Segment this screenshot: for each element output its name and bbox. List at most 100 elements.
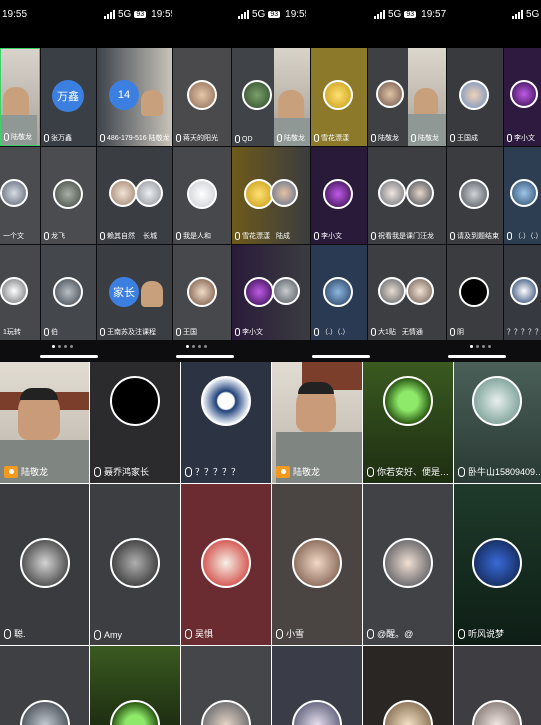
tile-caption: 陆敬龙 — [411, 133, 439, 143]
participant-avatar — [378, 277, 406, 305]
video-tile[interactable]: @醒。@ — [363, 484, 453, 645]
tile-caption: 聂乔鸿家长 — [94, 465, 149, 478]
participant-name: 雪花漂漾 — [242, 233, 270, 240]
network-label: 5G — [118, 8, 132, 20]
participant-avatar — [244, 277, 274, 307]
video-tile[interactable]: 聂乔鸿家长 — [90, 362, 180, 483]
video-tile[interactable]: 小雪 — [272, 484, 362, 645]
video-tile[interactable]: 阴 — [447, 245, 503, 340]
participant-name: （.）（.） — [321, 329, 350, 336]
video-tile[interactable]: 你若安好、便是… — [363, 362, 453, 483]
video-tile[interactable] — [181, 646, 271, 725]
video-tile[interactable] — [454, 646, 541, 725]
video-tile[interactable]: ？？？？？ — [181, 362, 271, 483]
video-tile[interactable]: 龙飞 — [41, 147, 96, 244]
video-tile[interactable]: Amy — [90, 484, 180, 645]
home-indicator[interactable] — [176, 355, 234, 358]
mic-icon — [176, 232, 181, 240]
mic-icon — [450, 134, 455, 142]
video-tile[interactable]: （.）（.） — [311, 245, 367, 340]
mic-icon — [44, 328, 49, 336]
participant-name: 陆成 — [276, 233, 290, 240]
home-indicator[interactable] — [40, 355, 98, 358]
mic-icon — [371, 134, 376, 142]
tile-caption: QD — [235, 135, 253, 143]
home-indicator[interactable] — [448, 355, 506, 358]
video-tile[interactable]: ？？？？？ — [504, 245, 541, 340]
video-tile[interactable]: 李小文 — [311, 147, 367, 244]
participant-avatar — [242, 80, 272, 110]
avatar-text: 14 — [117, 89, 131, 101]
participant-avatar — [406, 179, 434, 207]
screenshot-strip: 19:55 5G 93 19:55 5G 93 19:55 5G 93 19:5… — [0, 0, 541, 362]
video-tile[interactable]: 赖其自然 长城 — [97, 147, 172, 244]
video-tile[interactable]: 卧牛山15809409… — [454, 362, 541, 483]
mic-icon — [367, 628, 374, 639]
tile-caption: 卧牛山15809409… — [458, 465, 541, 478]
video-tile[interactable]: 听风说梦 — [454, 484, 541, 645]
video-tile[interactable]: 蒋天的阳光 — [173, 48, 231, 146]
video-tile[interactable]: 吴惧 — [181, 484, 271, 645]
participant-avatar — [272, 277, 300, 305]
video-tile[interactable] — [90, 646, 180, 725]
page-indicator[interactable] — [52, 345, 73, 348]
video-tile[interactable]: 李小文 — [232, 245, 310, 340]
video-tile[interactable]: 陆敬龙 — [0, 362, 89, 483]
participant-avatar — [20, 538, 70, 588]
video-tile[interactable]: 陆敬龙 — [408, 48, 446, 146]
participant-avatar — [110, 376, 160, 426]
video-tile[interactable]: 我是人和 — [173, 147, 231, 244]
video-tile[interactable]: 王国 — [173, 245, 231, 340]
video-tile[interactable]: 家长 王南苏及注课程 — [97, 245, 172, 340]
video-tile[interactable]: 请及到题结束 — [447, 147, 503, 244]
participant-name: 陆敬龙 — [21, 467, 49, 477]
video-tile[interactable]: （.）（.） — [504, 147, 541, 244]
video-tile[interactable] — [272, 646, 362, 725]
video-tile[interactable]: 伯 — [41, 245, 96, 340]
participant-avatar: 14 — [109, 80, 139, 110]
video-tile[interactable]: 陆敬龙 — [368, 48, 408, 146]
tile-caption: Amy — [94, 630, 122, 640]
participant-avatar — [53, 179, 83, 209]
participant-name: 伯 — [51, 329, 58, 336]
participant-name: 陆敬龙 — [418, 135, 439, 142]
participant-name: 李小文 — [514, 135, 535, 142]
header-band — [0, 28, 541, 48]
mic-icon — [100, 134, 105, 142]
page-indicator[interactable] — [186, 345, 207, 348]
participant-name: 1玩转 — [3, 329, 21, 336]
video-tile[interactable]: 陆敬龙 — [272, 362, 362, 483]
video-tile[interactable]: 大1贴 无情通 — [368, 245, 446, 340]
video-tile[interactable]: 1玩转 — [0, 245, 40, 340]
signal-icon — [512, 9, 523, 19]
video-tile[interactable] — [0, 646, 89, 725]
home-indicator[interactable] — [312, 355, 370, 358]
video-tile[interactable]: 14 486-179-516 陆敬龙 — [97, 48, 172, 146]
video-tile[interactable]: 万鑫 张万鑫 — [41, 48, 96, 146]
video-tile[interactable]: 雪花漂漾 — [311, 48, 367, 146]
video-tile[interactable]: 一个文 — [0, 147, 40, 244]
mic-icon — [176, 134, 181, 142]
person-video — [141, 281, 163, 307]
participant-name: 陆敬龙 — [11, 134, 32, 141]
video-tile[interactable]: QD — [232, 48, 274, 146]
video-tile[interactable]: 陆敬龙 — [274, 48, 310, 146]
participant-avatar — [510, 179, 538, 207]
video-tile[interactable]: 王国成 — [447, 48, 503, 146]
participant-avatar — [292, 700, 342, 725]
page-indicator[interactable] — [470, 345, 491, 348]
video-tile[interactable]: 雪花漂漾 陆成 — [232, 147, 310, 244]
participant-name: 我是人和 — [183, 233, 211, 240]
participant-name: 长城 — [143, 233, 157, 240]
participant-avatar — [187, 277, 217, 307]
participant-name: 蒋天的阳光 — [183, 135, 218, 142]
grid-divider — [0, 483, 541, 484]
video-tile[interactable]: 陆敬龙 — [0, 48, 40, 146]
video-tile[interactable] — [363, 646, 453, 725]
video-tile[interactable]: 聪. — [0, 484, 89, 645]
video-tile[interactable]: 祝看我是课门汪龙 — [368, 147, 446, 244]
battery-badge: 93 — [268, 10, 281, 18]
video-tile[interactable]: 李小文 — [504, 48, 541, 146]
host-icon — [276, 465, 290, 478]
status-time: 19:55 — [2, 8, 28, 20]
